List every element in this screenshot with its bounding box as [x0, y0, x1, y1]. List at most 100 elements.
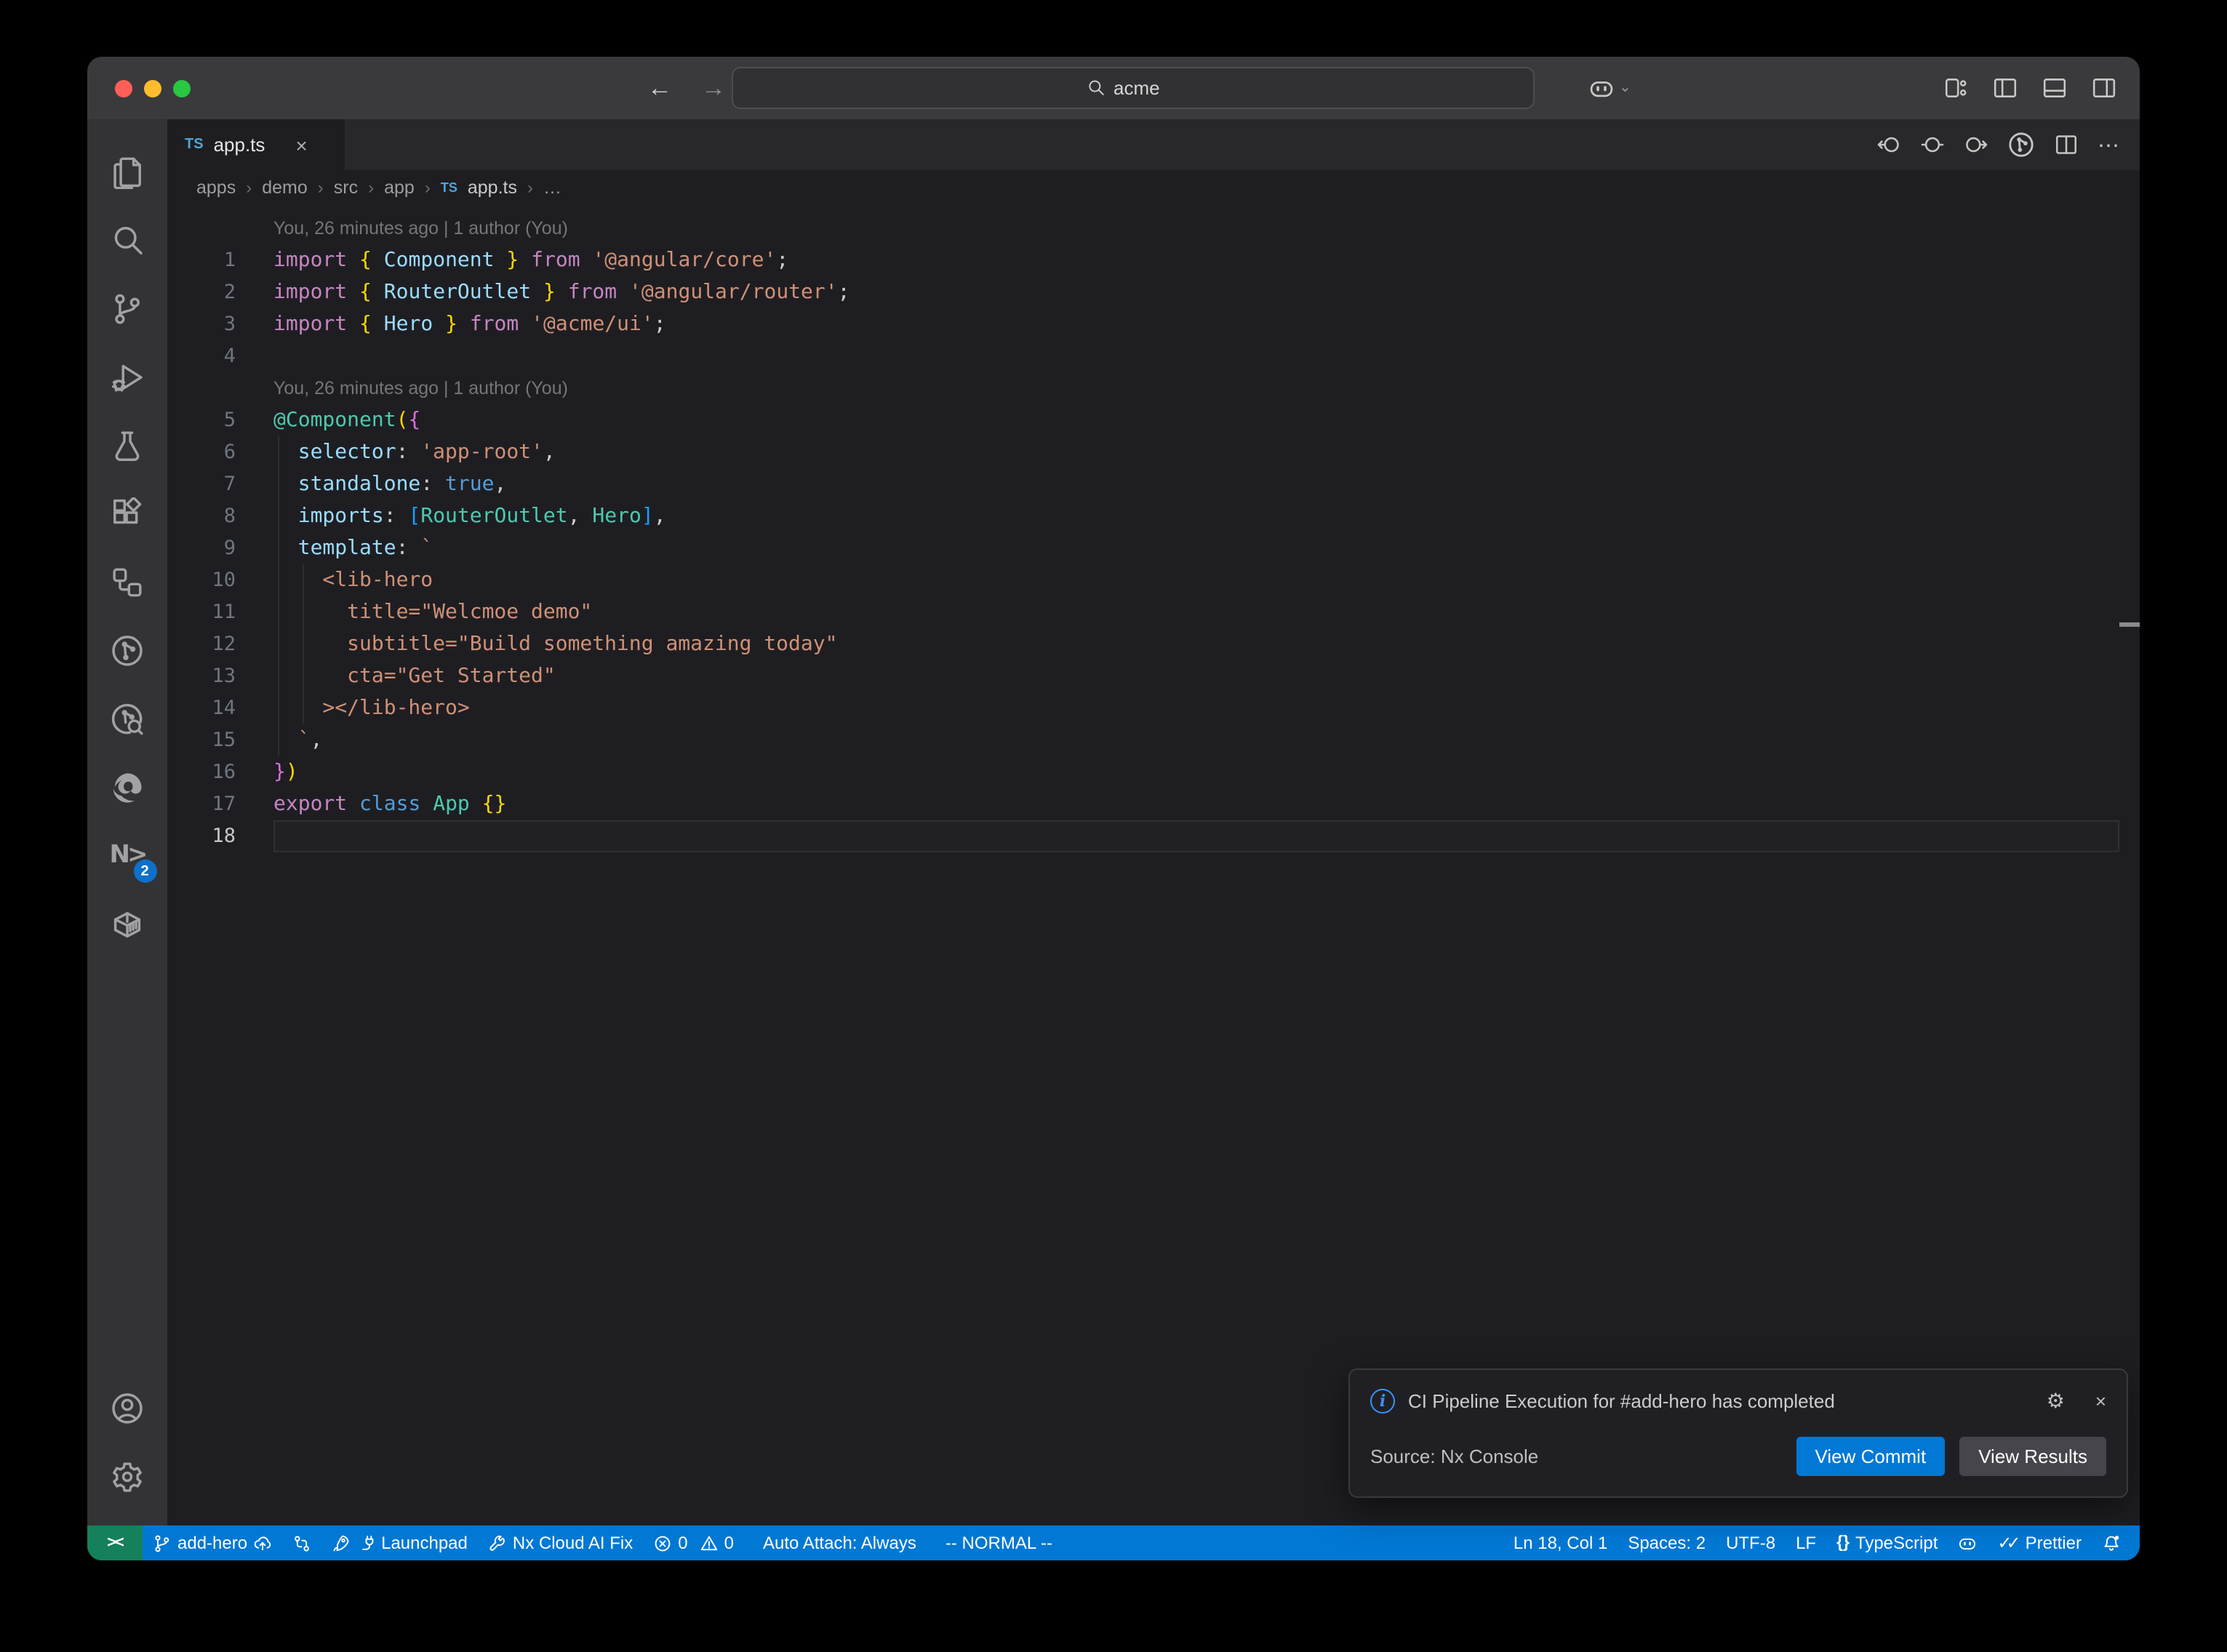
- commit-graph-icon[interactable]: [95, 618, 159, 682]
- line-number: 6: [167, 436, 236, 468]
- copilot-status-item[interactable]: [1948, 1525, 1987, 1560]
- line-number: 11: [167, 596, 236, 628]
- accounts-icon[interactable]: [95, 1376, 159, 1440]
- nav-forward-circle-icon[interactable]: [1964, 132, 1988, 157]
- testing-icon[interactable]: [95, 413, 159, 477]
- close-icon[interactable]: ×: [2095, 1390, 2106, 1412]
- commit-search-icon[interactable]: [95, 686, 159, 750]
- back-arrow-icon[interactable]: ←: [647, 73, 672, 103]
- git-compare-item[interactable]: [282, 1525, 321, 1560]
- toggle-panel-icon[interactable]: [2042, 76, 2067, 100]
- formatter-item[interactable]: ✓✓ Prettier: [1987, 1525, 2092, 1560]
- view-results-button[interactable]: View Results: [1959, 1437, 2106, 1476]
- copilot-icon: [1588, 75, 1615, 101]
- typescript-file-icon: TS: [441, 180, 457, 195]
- line-number: 5: [167, 404, 236, 436]
- more-actions-icon[interactable]: ⋯: [2098, 132, 2119, 158]
- line-number: 10: [167, 564, 236, 596]
- problems-item[interactable]: 0 0: [643, 1525, 744, 1560]
- copilot-icon: [1958, 1533, 1977, 1552]
- screen: ← → acme ⌄: [0, 0, 2227, 1652]
- remote-indicator[interactable]: ><: [87, 1525, 143, 1560]
- warning-triangle-icon: [700, 1533, 719, 1552]
- notification-source: Source: Nx Console: [1370, 1446, 1796, 1467]
- containers-icon[interactable]: [95, 891, 159, 955]
- nx-console-icon[interactable]: N> 2: [95, 823, 159, 887]
- search-icon: [1086, 79, 1105, 97]
- launchpad-item[interactable]: Launchpad: [321, 1525, 478, 1560]
- vim-mode-item[interactable]: -- NORMAL --: [935, 1525, 1063, 1560]
- code-row: 17export class App {}: [167, 788, 2140, 820]
- close-tab-icon[interactable]: ×: [295, 133, 307, 156]
- edge-tools-icon[interactable]: [95, 755, 159, 819]
- line-number: 9: [167, 532, 236, 564]
- code-row: 6 selector: 'app-root',: [167, 436, 2140, 468]
- line-number: 18: [167, 820, 236, 852]
- tab-app-ts[interactable]: TS app.ts ×: [167, 119, 345, 170]
- chevron-right-icon: ›: [318, 177, 324, 198]
- code-row: 12 subtitle="Build something amazing tod…: [167, 628, 2140, 660]
- breadcrumb-file[interactable]: app.ts: [468, 177, 517, 198]
- code-row: 11 title="Welcmoe demo": [167, 596, 2140, 628]
- nx-cloud-ai-fix-item[interactable]: Nx Cloud AI Fix: [478, 1525, 643, 1560]
- search-input[interactable]: acme: [1114, 77, 1180, 99]
- window-controls: [115, 79, 191, 97]
- indentation-item[interactable]: Spaces: 2: [1618, 1525, 1716, 1560]
- commit-graph-circle-icon[interactable]: [2007, 131, 2035, 159]
- split-editor-icon[interactable]: [2054, 132, 2079, 157]
- extensions-icon[interactable]: [95, 481, 159, 545]
- source-control-icon[interactable]: [95, 276, 159, 340]
- line-number: 7: [167, 468, 236, 500]
- forward-arrow-icon[interactable]: →: [701, 73, 726, 103]
- notifications-bell-item[interactable]: [2092, 1525, 2131, 1560]
- blame-row: You, 26 minutes ago | 1 author (You): [167, 372, 2140, 404]
- blame-row: You, 26 minutes ago | 1 author (You): [167, 212, 2140, 244]
- nav-back-circle-icon[interactable]: [1876, 132, 1901, 157]
- customize-layout-icon[interactable]: [1943, 76, 1968, 100]
- command-center-search[interactable]: acme: [732, 67, 1535, 109]
- line-number: 15: [167, 724, 236, 756]
- toggle-primary-sidebar-icon[interactable]: [1993, 76, 2018, 100]
- run-debug-icon[interactable]: [95, 345, 159, 409]
- line-number: 3: [167, 308, 236, 340]
- project-structure-icon[interactable]: [95, 550, 159, 614]
- minimize-window-button[interactable]: [144, 79, 161, 97]
- encoding-item[interactable]: UTF-8: [1716, 1525, 1786, 1560]
- line-number: 2: [167, 276, 236, 308]
- view-commit-button[interactable]: View Commit: [1796, 1437, 1946, 1476]
- breadcrumb-overflow[interactable]: …: [543, 177, 561, 198]
- cursor-position-item[interactable]: Ln 18, Col 1: [1503, 1525, 1618, 1560]
- zoom-window-button[interactable]: [173, 79, 191, 97]
- line-number: 16: [167, 756, 236, 788]
- explorer-icon[interactable]: [95, 140, 159, 204]
- auto-attach-item[interactable]: Auto Attach: Always: [753, 1525, 927, 1560]
- close-window-button[interactable]: [115, 79, 132, 97]
- tab-bar: TS app.ts ×: [167, 119, 2140, 170]
- code-row: 15 `,: [167, 724, 2140, 756]
- breadcrumb-item[interactable]: app: [384, 177, 415, 198]
- editor-actions: ⋯: [1876, 119, 2119, 170]
- gear-icon[interactable]: ⚙: [2047, 1389, 2065, 1414]
- chevron-down-icon: ⌄: [1619, 80, 1631, 96]
- code-lines: You, 26 minutes ago | 1 author (You)1imp…: [167, 205, 2140, 852]
- breadcrumb: apps › demo › src › app › TS app.ts › …: [167, 170, 2140, 205]
- overview-ruler-mark: [2119, 622, 2140, 627]
- toggle-secondary-sidebar-icon[interactable]: [2092, 76, 2116, 100]
- copilot-menu[interactable]: ⌄: [1588, 75, 1631, 101]
- nav-position-circle-icon[interactable]: [1920, 132, 1945, 157]
- language-item[interactable]: {} TypeScript: [1826, 1525, 1948, 1560]
- git-branch-item[interactable]: add-hero: [143, 1525, 282, 1560]
- breadcrumb-item[interactable]: demo: [262, 177, 308, 198]
- workbench: N> 2 TS app.ts: [87, 119, 2140, 1525]
- code-editor[interactable]: You, 26 minutes ago | 1 author (You)1imp…: [167, 205, 2140, 1525]
- search-icon[interactable]: [95, 208, 159, 272]
- git-branch-icon: [153, 1533, 172, 1552]
- line-number: 4: [167, 340, 236, 372]
- eol-item[interactable]: LF: [1786, 1525, 1826, 1560]
- breadcrumb-item[interactable]: apps: [196, 177, 236, 198]
- chevron-right-icon: ›: [246, 177, 252, 198]
- line-number: 17: [167, 788, 236, 820]
- breadcrumb-item[interactable]: src: [334, 177, 358, 198]
- code-row: 2import { RouterOutlet } from '@angular/…: [167, 276, 2140, 308]
- settings-gear-icon[interactable]: [95, 1444, 159, 1508]
